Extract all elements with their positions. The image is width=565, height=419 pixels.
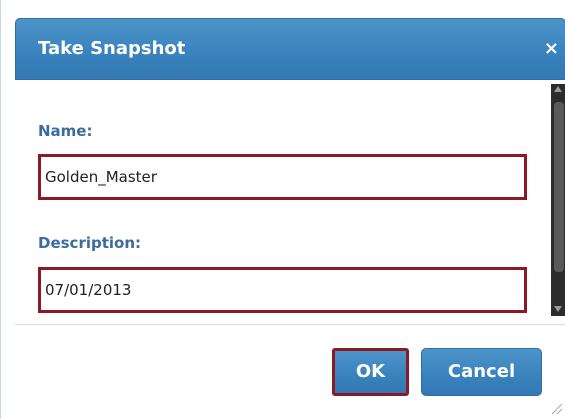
name-input[interactable]: [38, 154, 527, 200]
ok-button[interactable]: OK: [332, 348, 409, 396]
page: Take Snapshot × Name: Description: OK Ca…: [0, 0, 565, 419]
scroll-thumb[interactable]: [554, 102, 564, 272]
scroll-down-arrow-icon[interactable]: [554, 306, 562, 312]
cancel-button[interactable]: Cancel: [421, 348, 542, 396]
resize-grip-icon[interactable]: [549, 401, 563, 415]
description-input[interactable]: [38, 267, 527, 313]
dialog-scrollbar[interactable]: [551, 84, 565, 316]
footer-divider: [15, 324, 565, 325]
description-label: Description:: [38, 234, 142, 252]
close-icon[interactable]: ×: [544, 19, 559, 79]
name-label: Name:: [38, 122, 93, 140]
dialog-title: Take Snapshot: [38, 38, 186, 59]
dialog-titlebar[interactable]: Take Snapshot ×: [15, 18, 565, 80]
scroll-up-arrow-icon[interactable]: [554, 86, 562, 92]
take-snapshot-dialog: Take Snapshot × Name: Description: OK Ca…: [0, 0, 565, 419]
